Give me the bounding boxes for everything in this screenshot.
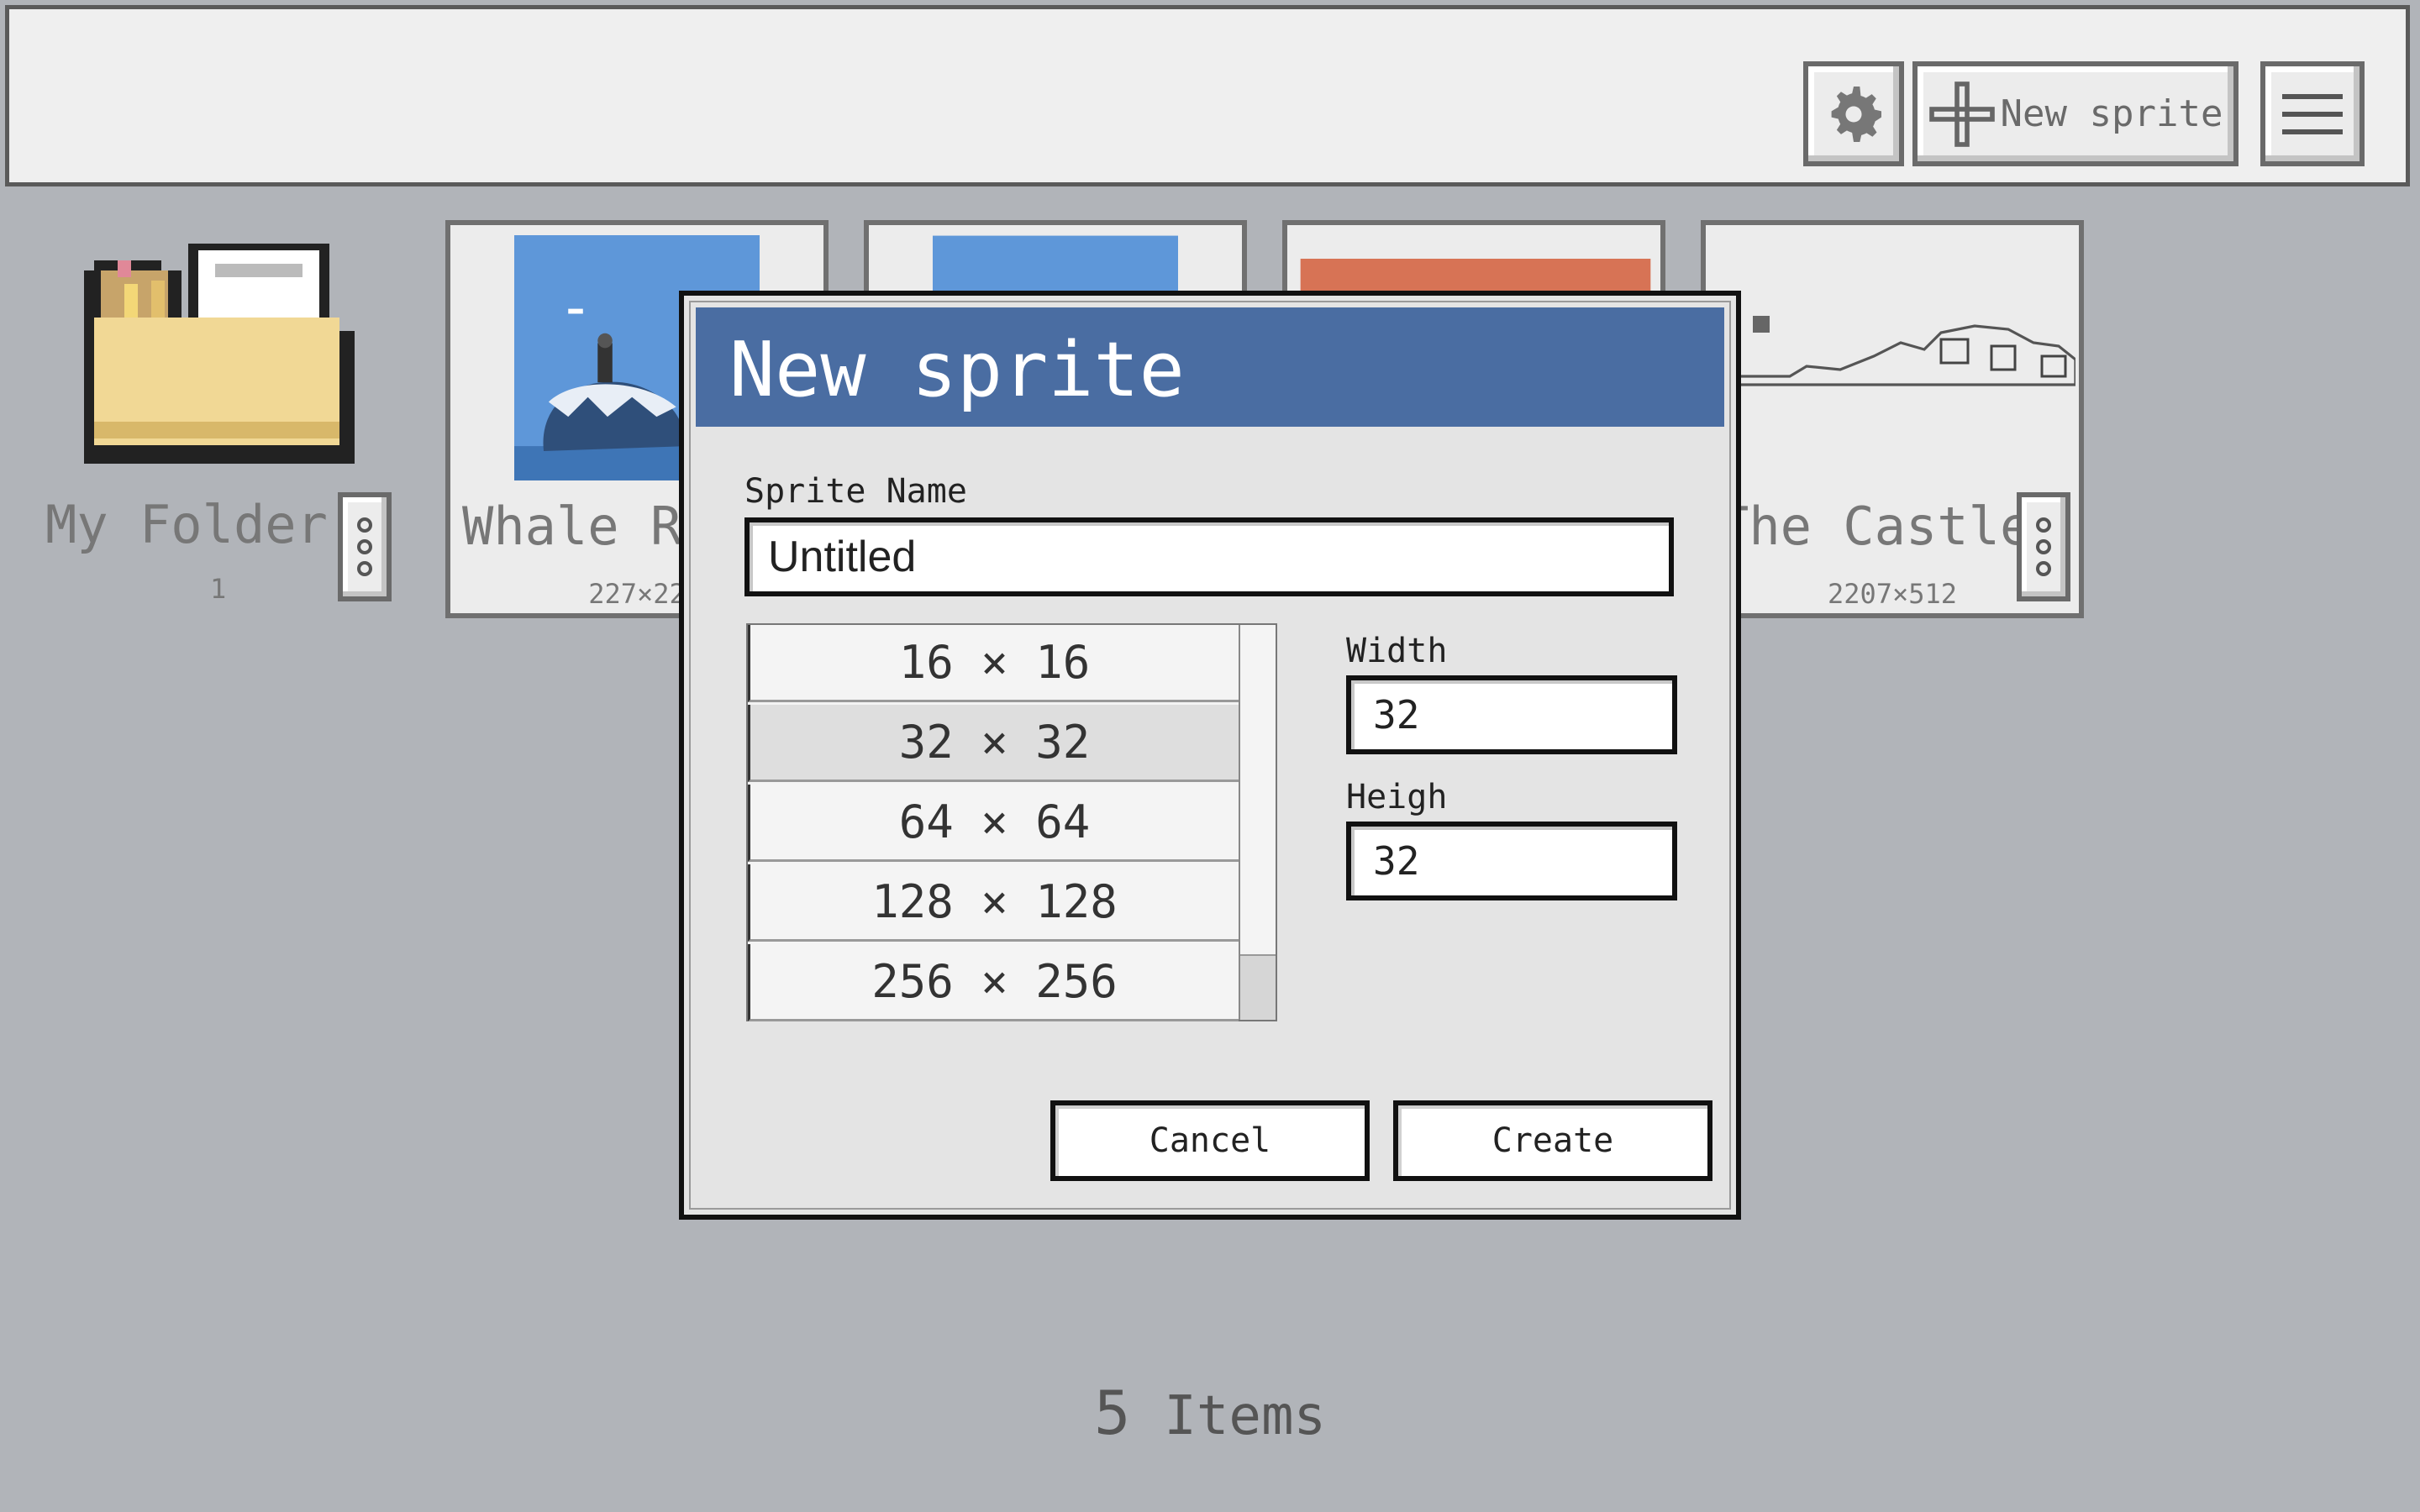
preset-32[interactable]: 32 × 32 — [748, 705, 1239, 782]
scroll-thumb[interactable] — [1240, 954, 1276, 1020]
width-input[interactable]: 32 — [1346, 675, 1677, 754]
width-label: Width — [1346, 632, 1448, 670]
height-label: Heigh — [1346, 778, 1448, 816]
height-input[interactable]: 32 — [1346, 822, 1677, 900]
sprite-name-label: Sprite Name — [744, 472, 967, 511]
size-preset-list[interactable]: 16 × 16 32 × 32 64 × 64 128 × 128 256 × … — [746, 623, 1277, 1021]
width-value: 32 — [1373, 692, 1420, 738]
preset-16[interactable]: 16 × 16 — [748, 625, 1239, 702]
dialog-overlay: New sprite Sprite Name Untitled 16 × 16 … — [0, 0, 2420, 1512]
preset-list-scrollbar[interactable] — [1239, 625, 1276, 1020]
dialog-title: New sprite — [696, 307, 1724, 427]
cancel-button[interactable]: Cancel — [1050, 1100, 1370, 1181]
create-button[interactable]: Create — [1393, 1100, 1712, 1181]
preset-256[interactable]: 256 × 256 — [748, 944, 1239, 1021]
sprite-name-input[interactable]: Untitled — [744, 517, 1674, 596]
sprite-name-value: Untitled — [768, 533, 917, 581]
preset-64[interactable]: 64 × 64 — [748, 785, 1239, 862]
preset-128[interactable]: 128 × 128 — [748, 864, 1239, 942]
height-value: 32 — [1373, 838, 1420, 884]
